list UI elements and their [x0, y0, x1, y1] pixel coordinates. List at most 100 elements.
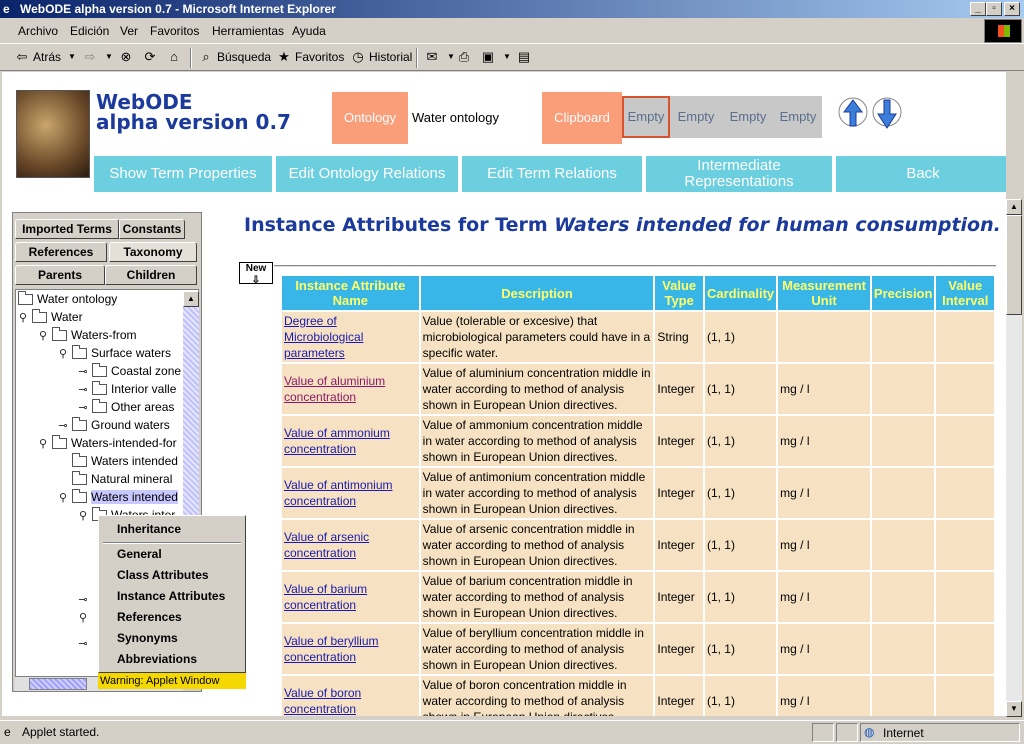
edit-term-relations-button[interactable]: Edit Term Relations [462, 156, 642, 192]
close-button[interactable]: × [1004, 2, 1020, 16]
tree-node[interactable]: ⚲ Waters-intended-for [38, 434, 177, 452]
history-button[interactable]: ◷ Historial [350, 49, 412, 65]
discuss-icon: ▤ [517, 49, 531, 64]
tab-taxonomy[interactable]: Taxonomy [109, 242, 197, 262]
menu-item-general[interactable]: General [117, 547, 162, 561]
tree-node[interactable]: ⊸ Other areas [78, 398, 174, 416]
tree-node[interactable]: ⊸ Interior valle [78, 380, 176, 398]
menu-item-synonyms[interactable]: Synonyms [117, 631, 178, 645]
collapse-key-icon[interactable]: ⊸ [78, 401, 88, 414]
minimize-button[interactable]: _ [970, 2, 986, 16]
attribute-link[interactable]: Value of arsenic concentration [284, 530, 369, 560]
search-button[interactable]: ⌕ Búsqueda [198, 49, 271, 65]
attribute-link[interactable]: Value of beryllium concentration [284, 634, 379, 664]
expand-key-icon[interactable]: ⚲ [18, 311, 28, 324]
back-nav-button[interactable]: Back [836, 156, 1006, 192]
show-term-properties-button[interactable]: Show Term Properties [94, 156, 272, 192]
expand-key-icon[interactable]: ⚲ [58, 347, 68, 360]
menu-favoritos[interactable]: Favoritos [150, 24, 199, 38]
tab-parents[interactable]: Parents [15, 265, 105, 285]
menu-ver[interactable]: Ver [120, 24, 138, 38]
scroll-up-icon[interactable]: ▲ [1006, 199, 1022, 215]
tree-node[interactable]: Water ontology [18, 290, 117, 308]
attribute-link[interactable]: Value of aluminium concentration [284, 374, 385, 404]
collapse-key-icon[interactable]: ⊸ [78, 593, 88, 606]
home-button[interactable]: ⌂ [166, 49, 182, 65]
edit-ontology-relations-button[interactable]: Edit Ontology Relations [276, 156, 458, 192]
dropdown-icon[interactable]: ▼ [64, 49, 80, 65]
attribute-link[interactable]: Value of antimonium concentration [284, 478, 393, 508]
expand-key-icon[interactable]: ⚲ [38, 437, 48, 450]
scroll-down-icon[interactable]: ▼ [1006, 701, 1022, 717]
tab-references[interactable]: References [15, 242, 107, 262]
tree-node-partial[interactable]: ⊸ [78, 634, 88, 652]
tab-imported-terms[interactable]: Imported Terms [15, 219, 119, 239]
status-bar: e Applet started. Internet ◍ [0, 720, 1024, 744]
expand-key-icon[interactable]: ⚲ [78, 611, 88, 624]
paste-down-arrow-icon[interactable] [872, 96, 902, 132]
expand-key-icon[interactable]: ⚲ [38, 329, 48, 342]
scroll-thumb[interactable] [29, 678, 87, 690]
menu-edicion[interactable]: Edición [70, 24, 109, 38]
attribute-interval [936, 468, 994, 518]
expand-key-icon[interactable]: ⚲ [58, 491, 68, 504]
collapse-key-icon[interactable]: ⊸ [78, 383, 88, 396]
favorites-button[interactable]: ★ Favoritos [276, 49, 344, 65]
clipboard-slot-3[interactable]: Empty [724, 96, 772, 138]
menu-item-inheritance[interactable]: Inheritance [117, 522, 181, 536]
tree-node[interactable]: ⚲ Surface waters [58, 344, 171, 362]
discuss-button[interactable]: ▤ [516, 49, 532, 65]
table-row: Value of ammonium concentration Value of… [282, 416, 994, 466]
tab-children[interactable]: Children [105, 265, 197, 285]
tree-node[interactable]: Natural mineral [72, 470, 172, 488]
attribute-interval [936, 364, 994, 414]
forward-button[interactable]: ⇨ ▼ [82, 49, 117, 65]
menu-item-references[interactable]: References [117, 610, 182, 624]
new-attribute-button[interactable]: New ⇩ [239, 262, 273, 286]
attribute-link[interactable]: Degree of Microbiological parameters [284, 314, 363, 360]
tree-node-partial[interactable]: ⊸ [78, 590, 88, 608]
tree-node[interactable]: ⚲ Waters-from [38, 326, 137, 344]
collapse-key-icon[interactable]: ⊸ [78, 365, 88, 378]
stop-button[interactable]: ⊗ [118, 49, 134, 65]
clipboard-slot-4[interactable]: Empty [774, 96, 822, 138]
print-button[interactable]: ⎙ [456, 49, 472, 65]
menu-herramientas[interactable]: Herramientas [212, 24, 284, 38]
collapse-key-icon[interactable]: ⊸ [78, 637, 88, 650]
menu-item-abbreviations[interactable]: Abbreviations [117, 652, 197, 666]
collapse-key-icon[interactable]: ⊸ [58, 419, 68, 432]
menu-archivo[interactable]: Archivo [18, 24, 58, 38]
mail-button[interactable]: ✉ ▼ [424, 49, 459, 65]
maximize-button[interactable]: ▫ [986, 2, 1002, 16]
scroll-thumb[interactable] [1006, 215, 1022, 315]
column-header: Precision [871, 276, 935, 310]
tree-node[interactable]: ⊸ Coastal zone [78, 362, 181, 380]
tree-node-selected[interactable]: ⚲ Waters intended [58, 488, 178, 506]
dropdown-icon[interactable]: ▼ [499, 49, 515, 65]
tree-node[interactable]: ⚲ Water [18, 308, 83, 326]
attribute-precision [871, 572, 935, 622]
attribute-type: Integer [655, 364, 703, 414]
scroll-up-icon[interactable]: ▲ [183, 291, 199, 307]
page-vertical-scrollbar[interactable]: ▲ ▼ [1006, 199, 1022, 717]
clipboard-slot-2[interactable]: Empty [672, 96, 720, 138]
folder-icon [32, 308, 47, 323]
menu-item-class-attributes[interactable]: Class Attributes [117, 568, 209, 582]
menu-ayuda[interactable]: Ayuda [292, 24, 326, 38]
tree-node-partial[interactable]: ⚲ [78, 608, 88, 626]
intermediate-representations-button[interactable]: Intermediate Representations [646, 156, 832, 192]
menu-item-instance-attributes[interactable]: Instance Attributes [117, 589, 225, 603]
attribute-link[interactable]: Value of barium concentration [284, 582, 367, 612]
attribute-link[interactable]: Value of ammonium concentration [284, 426, 390, 456]
back-button[interactable]: ⇦ Atrás ▼ [14, 49, 80, 65]
tab-constants[interactable]: Constants [119, 219, 185, 239]
clipboard-slot-1[interactable]: Empty [622, 96, 670, 138]
dropdown-icon[interactable]: ▼ [101, 49, 117, 65]
tree-node[interactable]: Waters intended [72, 452, 178, 470]
refresh-button[interactable]: ⟳ [142, 49, 158, 65]
copy-up-arrow-icon[interactable] [838, 96, 868, 132]
tree-node[interactable]: ⊸ Ground waters [58, 416, 170, 434]
expand-key-icon[interactable]: ⚲ [78, 509, 88, 522]
attribute-link[interactable]: Value of boron concentration [284, 686, 361, 716]
edit-button[interactable]: ▣ ▼ [480, 49, 515, 65]
